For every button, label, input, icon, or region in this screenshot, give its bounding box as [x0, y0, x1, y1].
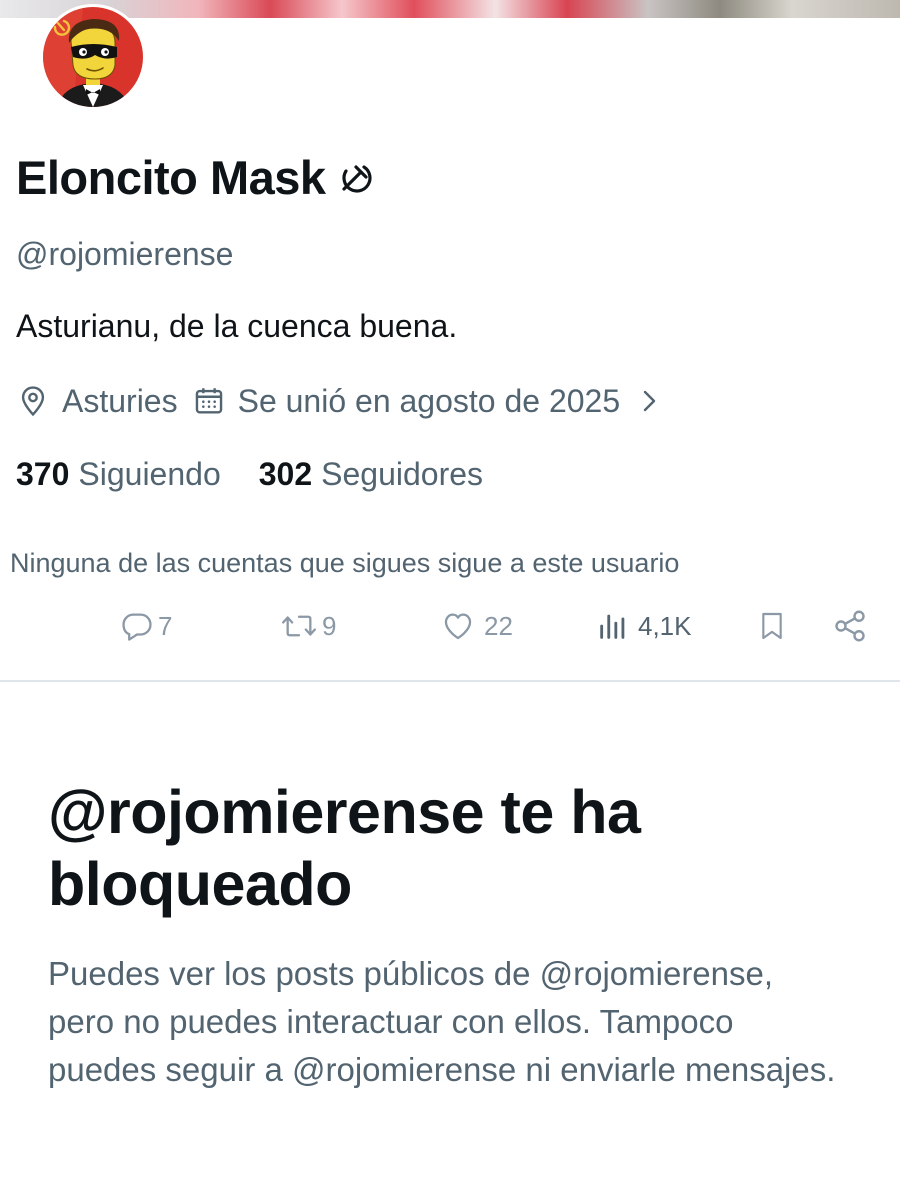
reply-icon	[122, 613, 152, 641]
avatar[interactable]	[40, 4, 146, 110]
repost-count: 9	[322, 610, 337, 641]
reply-count: 7	[158, 610, 173, 641]
repost-icon	[282, 615, 316, 637]
like-button[interactable]: 22	[440, 606, 513, 646]
profile-handle: @rojomierense	[16, 236, 234, 272]
profile-joined[interactable]: Se unió en agosto de 2025	[238, 383, 621, 420]
followers-label: Seguidores	[321, 455, 484, 492]
share-icon	[835, 610, 865, 642]
post-action-bar: 7 9 22 4,1K	[0, 600, 900, 650]
like-count: 22	[484, 610, 513, 641]
mutuals-notice: Ninguna de las cuentas que sigues sigue …	[10, 548, 680, 578]
repost-button[interactable]: 9	[280, 606, 336, 646]
blocked-description: Puedes ver los posts públicos de @rojomi…	[48, 955, 836, 1088]
chevron-right-icon[interactable]	[638, 386, 662, 416]
location-pin-icon	[21, 386, 45, 417]
heart-icon	[444, 613, 472, 640]
hammer-sickle-icon	[341, 165, 372, 193]
views-button[interactable]: 4,1K	[596, 606, 692, 646]
followers-link[interactable]: 302 Seguidores	[259, 456, 483, 493]
views-chart-icon	[600, 614, 625, 639]
following-label: Siguiendo	[78, 455, 221, 492]
avatar-image	[43, 7, 143, 107]
profile-location: Asturies	[62, 382, 178, 419]
bookmark-icon	[762, 612, 782, 640]
profile-meta: Asturies Se unió en agosto de 2025	[16, 380, 662, 422]
profile-bio: Asturianu, de la cuenca buena.	[16, 308, 458, 344]
following-count: 370	[16, 455, 70, 492]
profile-name-row: Eloncito Mask	[16, 150, 374, 204]
section-divider	[0, 680, 900, 682]
profile-stats: 370 Siguiendo 302 Seguidores	[16, 454, 483, 494]
followers-count: 302	[258, 455, 313, 492]
bookmark-button[interactable]	[756, 606, 788, 646]
calendar-icon	[195, 388, 222, 414]
display-name: Eloncito Mask	[16, 150, 326, 204]
views-count: 4,1K	[638, 610, 692, 641]
following-link[interactable]: 370 Siguiendo	[16, 456, 221, 493]
blocked-title: @rojomierense te ha bloqueado	[48, 778, 641, 918]
share-button[interactable]	[832, 606, 868, 646]
reply-button[interactable]: 7	[120, 606, 172, 646]
